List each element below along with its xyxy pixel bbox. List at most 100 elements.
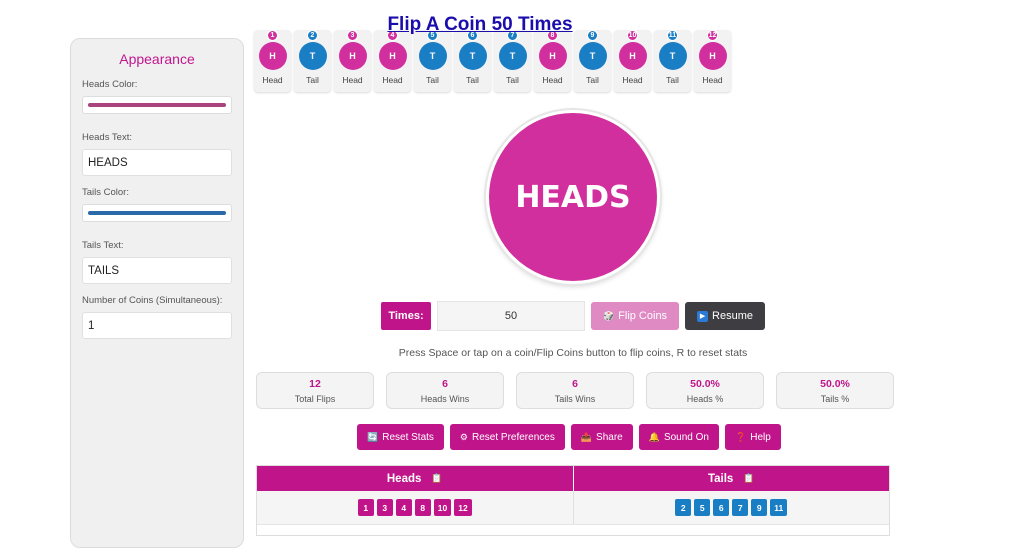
history-coin[interactable]: 7 T Tail bbox=[494, 30, 531, 92]
play-icon: ▶ bbox=[697, 310, 709, 322]
history-coin-label: Tail bbox=[306, 75, 319, 85]
history-coin[interactable]: 3 H Head bbox=[334, 30, 371, 92]
resume-button[interactable]: ▶ Resume bbox=[685, 302, 765, 330]
history-coin[interactable]: 12 H Head bbox=[694, 30, 731, 92]
coins-count-label: Number of Coins (Simultaneous): bbox=[82, 295, 223, 306]
flip-coins-button[interactable]: 🎲 Flip Coins bbox=[591, 302, 679, 330]
stat-card: 50.0% Heads % bbox=[646, 372, 764, 409]
history-coin-label: Head bbox=[262, 75, 283, 85]
flip-number-chip: 1 bbox=[357, 499, 374, 516]
stat-label: Tails Wins bbox=[554, 393, 596, 404]
stat-label: Tails % bbox=[820, 393, 850, 404]
times-input[interactable]: 50 bbox=[437, 301, 585, 331]
stat-value: 6 bbox=[442, 377, 448, 390]
times-label: Times: bbox=[381, 302, 431, 330]
heads-header-label: Heads bbox=[386, 472, 422, 485]
stat-card: 12 Total Flips bbox=[256, 372, 374, 409]
history-coin-face: T bbox=[578, 42, 607, 70]
sidebar-title: Appearance bbox=[119, 51, 195, 67]
action-label: Share bbox=[596, 431, 623, 443]
stat-value: 6 bbox=[572, 377, 578, 390]
history-coin[interactable]: 11 T Tail bbox=[654, 30, 691, 92]
keyboard-hint: Press Space or tap on a coin/Flip Coins … bbox=[398, 347, 748, 359]
stat-value: 12 bbox=[309, 377, 321, 390]
history-coin-label: Tail bbox=[586, 75, 599, 85]
stat-label: Total Flips bbox=[294, 393, 336, 404]
page-title[interactable]: Flip A Coin 50 Times bbox=[0, 14, 960, 36]
flip-history-strip: 1 H Head 2 T Tail 3 H Head 4 H Head 5 T Tail 6 T Tail 7 T Ta… bbox=[254, 30, 731, 92]
history-coin-face: H bbox=[378, 42, 407, 70]
action-buttons: 🔄 Reset Stats ⚙ Reset Preferences 📤 Share 🔔 Sou… bbox=[357, 424, 781, 450]
history-coin[interactable]: 2 T Tail bbox=[294, 30, 331, 92]
reset-stats-button[interactable]: 🔄 Reset Stats bbox=[357, 424, 444, 450]
flip-number-chip: 10 bbox=[433, 499, 452, 516]
history-coin-face: T bbox=[458, 42, 487, 70]
heads-text-label: Heads Text: bbox=[82, 132, 132, 143]
history-coin-face: H bbox=[698, 42, 727, 70]
action-label: Help bbox=[750, 431, 771, 443]
reset-preferences-icon: ⚙ bbox=[459, 431, 468, 442]
action-label: Reset Preferences bbox=[472, 431, 555, 443]
tails-color-label: Tails Color: bbox=[82, 187, 129, 198]
stat-label: Heads Wins bbox=[420, 393, 470, 404]
history-coin-face: H bbox=[618, 42, 647, 70]
tails-text-label: Tails Text: bbox=[82, 240, 124, 251]
stat-label: Heads % bbox=[686, 393, 724, 404]
history-coin[interactable]: 5 T Tail bbox=[414, 30, 451, 92]
sound-toggle-icon: 🔔 bbox=[648, 431, 660, 442]
history-coin[interactable]: 4 H Head bbox=[374, 30, 411, 92]
history-coin-label: Head bbox=[342, 75, 363, 85]
tails-flips-list: 2 5 6 7 9 11 bbox=[572, 491, 890, 524]
share-button[interactable]: 📤 Share bbox=[570, 424, 633, 450]
history-coin-face: T bbox=[418, 42, 447, 70]
action-label: Reset Stats bbox=[382, 431, 434, 443]
history-coin-label: Head bbox=[702, 75, 723, 85]
heads-text-input[interactable]: HEADS bbox=[82, 149, 232, 176]
resume-label: Resume bbox=[712, 310, 753, 322]
history-coin-label: Tail bbox=[666, 75, 679, 85]
flip-number-chip: 7 bbox=[732, 499, 749, 516]
history-coin-label: Tail bbox=[426, 75, 439, 85]
reset-preferences-button[interactable]: ⚙ Reset Preferences bbox=[449, 424, 565, 450]
heads-column-header: Heads 📋 bbox=[257, 466, 573, 491]
heads-flips-list: 1 3 4 8 10 12 bbox=[257, 491, 573, 524]
stat-card: 6 Tails Wins bbox=[516, 372, 634, 409]
stats-row: 12 Total Flips 6 Heads Wins 6 Tails Wins 50.0%… bbox=[256, 372, 894, 409]
history-coin[interactable]: 6 T Tail bbox=[454, 30, 491, 92]
flip-number-chip: 8 bbox=[414, 499, 431, 516]
help-icon: ❓ bbox=[735, 431, 747, 442]
flip-number-chip: 5 bbox=[694, 499, 711, 516]
heads-color-label: Heads Color: bbox=[82, 79, 138, 90]
tails-text-input[interactable]: TAILS bbox=[82, 257, 232, 284]
history-coin-face: T bbox=[658, 42, 687, 70]
history-coin-label: Tail bbox=[506, 75, 519, 85]
coins-count-input[interactable]: 1 bbox=[82, 312, 232, 339]
history-coin[interactable]: 10 H Head bbox=[614, 30, 651, 92]
flip-number-chip: 3 bbox=[376, 499, 393, 516]
help-button[interactable]: ❓ Help bbox=[725, 424, 781, 450]
history-coin[interactable]: 1 H Head bbox=[254, 30, 291, 92]
history-coin[interactable]: 8 H Head bbox=[534, 30, 571, 92]
history-coin-face: H bbox=[338, 42, 367, 70]
action-label: Sound On bbox=[663, 431, 709, 443]
reset-stats-icon: 🔄 bbox=[367, 431, 379, 442]
share-icon: 📤 bbox=[580, 431, 593, 442]
flip-number-chip: 4 bbox=[395, 499, 412, 516]
flip-controls: Times: 50 🎲 Flip Coins ▶ Resume bbox=[381, 301, 765, 331]
tails-color-swatch bbox=[88, 211, 226, 215]
heads-color-swatch bbox=[88, 103, 226, 107]
flip-number-chip: 12 bbox=[454, 499, 472, 516]
history-coin-face: H bbox=[538, 42, 567, 70]
heads-color-picker[interactable] bbox=[82, 96, 232, 114]
copy-tails-icon[interactable]: 📋 bbox=[743, 473, 754, 484]
history-coin[interactable]: 9 T Tail bbox=[574, 30, 611, 92]
copy-heads-icon[interactable]: 📋 bbox=[431, 473, 442, 484]
main-coin[interactable]: HEADS bbox=[486, 110, 660, 284]
history-coin-label: Tail bbox=[466, 75, 479, 85]
history-coin-face: T bbox=[498, 42, 527, 70]
tails-color-picker[interactable] bbox=[82, 204, 232, 222]
flip-number-chip: 6 bbox=[713, 499, 730, 516]
sound-toggle-button[interactable]: 🔔 Sound On bbox=[638, 424, 719, 450]
dice-icon: 🎲 bbox=[602, 310, 615, 321]
history-coin-face: T bbox=[298, 42, 327, 70]
